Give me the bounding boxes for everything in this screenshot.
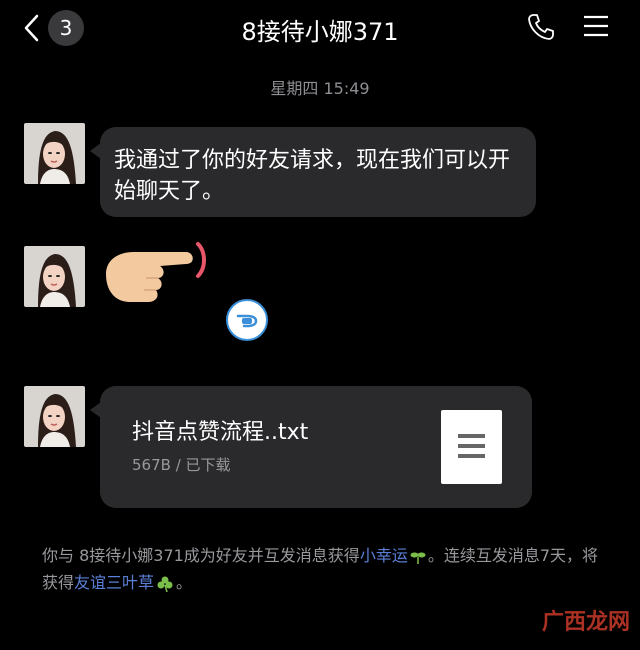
friendship-notice: 你与 8接待小娜371成为好友并互发消息获得小幸运 。连续互发消息7天，将获得友谊… [42,546,599,592]
chat-header: 3 8接待小娜371 [0,0,640,56]
avatar-image [24,123,85,184]
sprout-icon [410,552,426,564]
message-text: 我通过了你的好友请求，现在我们可以开始聊天了。 [114,148,511,204]
watermark: 广西龙网 [541,610,630,635]
speaker-icon [236,314,258,328]
document-icon [441,410,502,484]
avatar-image [24,386,85,447]
file-name: 抖音点赞流程..txt [132,420,309,445]
avatar[interactable] [24,123,85,184]
menu-icon[interactable] [582,14,610,38]
clover-link[interactable]: 友谊三叶草 [74,573,154,592]
file-meta: 567B / 已下载 [132,456,231,474]
audio-play-button[interactable] [226,299,268,341]
file-message-bubble[interactable]: 抖音点赞流程..txt 567B / 已下载 [90,386,532,508]
lucky-link[interactable]: 小幸运 [360,546,408,565]
timestamp: 星期四 15:49 [270,79,370,98]
clover-icon [157,576,173,592]
phone-icon[interactable] [526,12,556,42]
pointing-hand-emoji[interactable] [100,238,220,314]
avatar[interactable] [24,246,85,307]
avatar-image [24,246,85,307]
avatar[interactable] [24,386,85,447]
message-bubble[interactable]: 我通过了你的好友请求，现在我们可以开始聊天了。 [90,127,536,217]
